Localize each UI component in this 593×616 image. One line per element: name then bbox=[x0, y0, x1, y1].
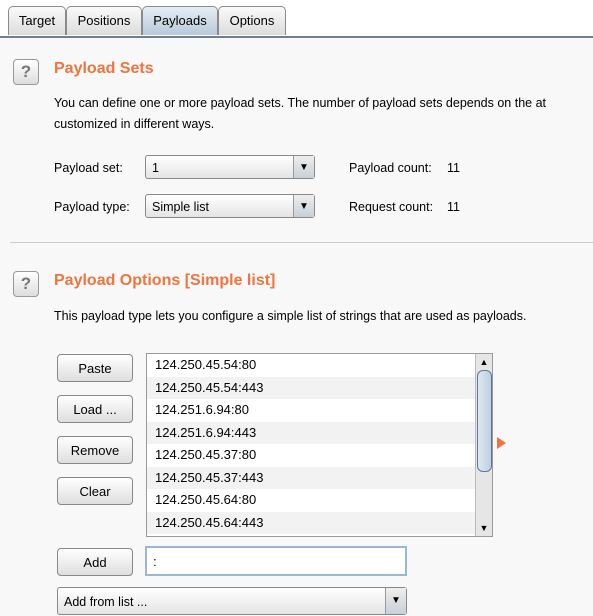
payload-type-value: Simple list bbox=[152, 200, 209, 214]
section-description: You can define one or more payload sets.… bbox=[54, 96, 547, 110]
list-item[interactable]: 124.250.45.64:80 bbox=[147, 489, 492, 512]
scrollbar[interactable]: ▲ ▼ bbox=[475, 354, 492, 536]
list-item[interactable]: 124.250.45.54:80 bbox=[147, 354, 492, 377]
section-title: Payload Options [Simple list] bbox=[54, 272, 276, 289]
list-item[interactable]: 124.250.45.37:443 bbox=[147, 466, 492, 489]
tab-payloads[interactable]: Payloads bbox=[142, 6, 218, 35]
paste-button[interactable]: Paste bbox=[57, 354, 133, 382]
help-icon[interactable]: ? bbox=[13, 271, 39, 297]
list-item[interactable]: 124.250.45.54:443 bbox=[147, 376, 492, 399]
scroll-up-icon[interactable]: ▲ bbox=[476, 354, 492, 370]
remove-button[interactable]: Remove bbox=[57, 436, 133, 464]
scroll-down-icon[interactable]: ▼ bbox=[476, 520, 492, 536]
request-count-label: Request count: bbox=[349, 200, 434, 214]
expand-arrow-icon[interactable] bbox=[497, 437, 506, 449]
payload-set-select[interactable]: 1 ▼ bbox=[145, 155, 315, 179]
payload-type-label: Payload type: bbox=[54, 200, 130, 214]
payload-type-select[interactable]: Simple list ▼ bbox=[145, 194, 315, 218]
payload-set-value: 1 bbox=[152, 161, 159, 175]
help-icon[interactable]: ? bbox=[13, 59, 39, 85]
tab-options[interactable]: Options bbox=[218, 6, 286, 35]
section-description-cont: customized in different ways. bbox=[54, 117, 215, 131]
clear-button[interactable]: Clear bbox=[57, 477, 133, 505]
tab-positions[interactable]: Positions bbox=[66, 6, 142, 35]
add-button[interactable]: Add bbox=[57, 548, 133, 576]
tab-target[interactable]: Target bbox=[8, 6, 66, 35]
tab-bar: Target Positions Payloads Options bbox=[0, 0, 593, 38]
add-input[interactable] bbox=[145, 546, 407, 576]
payload-count: 11 bbox=[447, 161, 460, 175]
section-description: This payload type lets you configure a s… bbox=[54, 309, 527, 323]
list-item[interactable]: 124.251.6.94:80 bbox=[147, 399, 492, 422]
load-button[interactable]: Load ... bbox=[57, 395, 133, 423]
add-from-list-label: Add from list ... bbox=[64, 595, 148, 609]
scroll-thumb[interactable] bbox=[477, 370, 492, 472]
list-item[interactable]: 124.250.45.64:443 bbox=[147, 511, 492, 534]
list-item[interactable]: 124.251.6.94:443 bbox=[147, 421, 492, 444]
chevron-down-icon: ▼ bbox=[293, 195, 314, 217]
payload-set-label: Payload set: bbox=[54, 161, 123, 175]
section-title: Payload Sets bbox=[54, 60, 154, 77]
add-from-list-select[interactable]: Add from list ... ▼ bbox=[57, 587, 407, 615]
chevron-down-icon: ▼ bbox=[293, 156, 314, 178]
chevron-down-icon: ▼ bbox=[385, 588, 406, 614]
payload-count-label: Payload count: bbox=[349, 161, 432, 175]
list-item[interactable]: 124.250.45.37:80 bbox=[147, 444, 492, 467]
request-count: 11 bbox=[447, 200, 460, 214]
payload-list[interactable]: 124.250.45.54:80 124.250.45.54:443 124.251… bbox=[146, 353, 493, 537]
divider bbox=[10, 242, 593, 243]
